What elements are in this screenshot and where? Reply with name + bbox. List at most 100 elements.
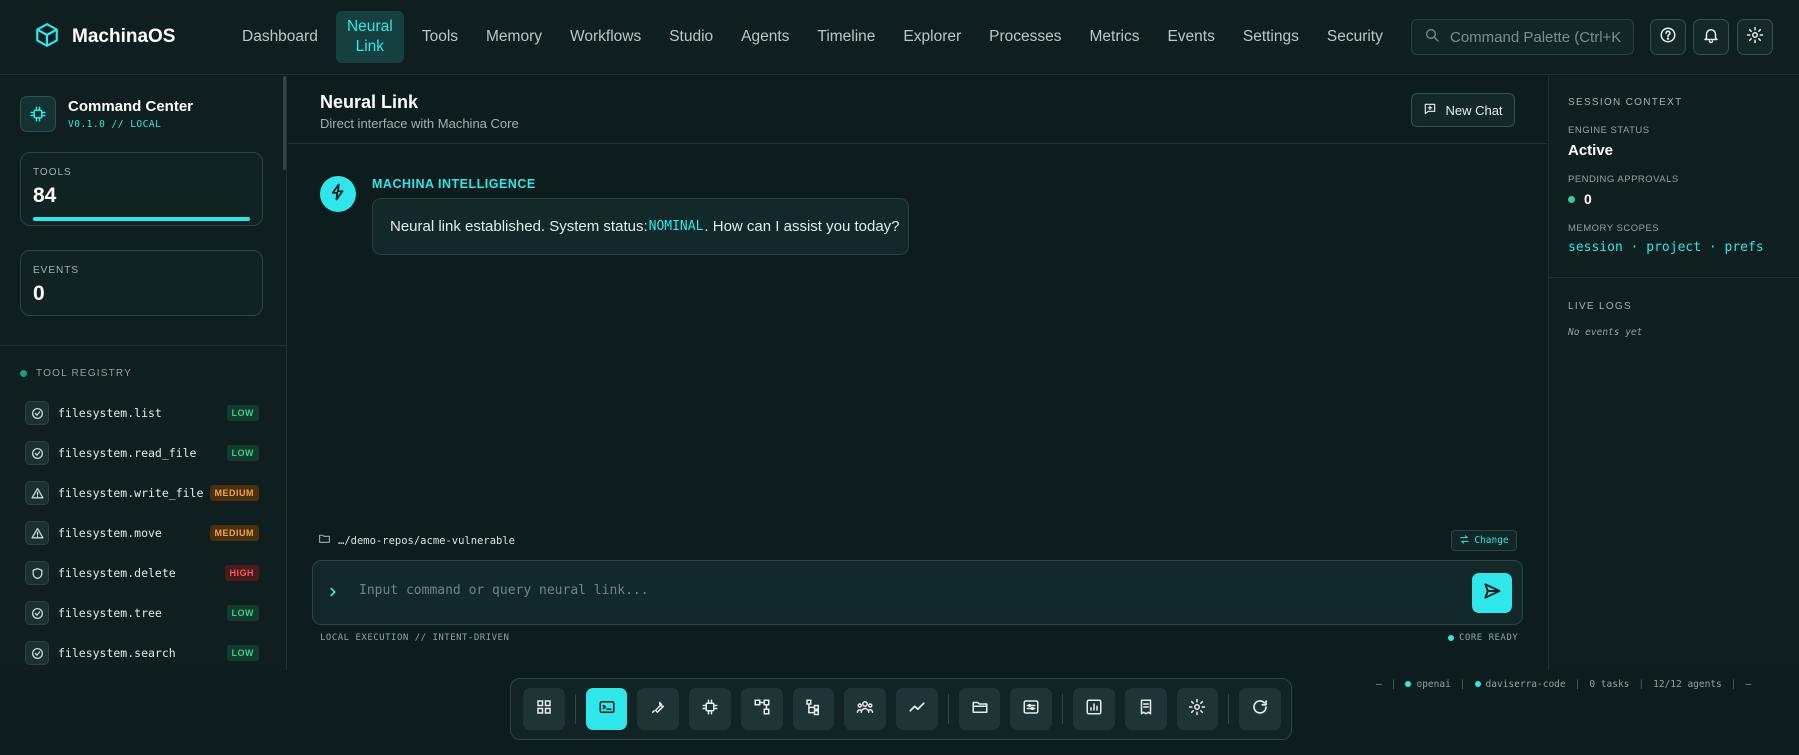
lightning-icon <box>329 183 347 206</box>
brand-name: MachinaOS <box>72 26 176 47</box>
chip-icon <box>20 96 56 132</box>
nav-processes[interactable]: Processes <box>975 11 1075 63</box>
nav-tools[interactable]: Tools <box>408 11 472 63</box>
brand[interactable]: MachinaOS <box>34 22 214 53</box>
tool-registry-title: TOOL REGISTRY <box>36 368 132 379</box>
dock-timeline[interactable] <box>896 688 938 730</box>
execution-mode-label: LOCAL EXECUTION // INTENT-DRIVEN <box>320 633 510 643</box>
dock-processes[interactable] <box>1010 688 1053 730</box>
nav-memory[interactable]: Memory <box>472 11 556 63</box>
main-header: Neural Link Direct interface with Machin… <box>288 76 1547 144</box>
tool-name: filesystem.delete <box>58 566 176 580</box>
new-chat-label: New Chat <box>1445 102 1503 118</box>
trend-icon <box>908 698 926 721</box>
message-sender: MACHINA INTELLIGENCE <box>372 177 536 191</box>
chevron-right-icon <box>326 585 340 604</box>
nav-agents[interactable]: Agents <box>727 11 803 63</box>
new-chat-button[interactable]: New Chat <box>1411 93 1515 127</box>
core-status-text: CORE READY <box>1459 633 1519 643</box>
dock-metrics[interactable] <box>1073 688 1115 730</box>
tool-name: filesystem.read_file <box>58 446 197 460</box>
nav-studio[interactable]: Studio <box>655 11 727 63</box>
left-sidebar: Command Center V0.1.0 // LOCAL TOOLS 84 … <box>0 76 287 670</box>
dock-refresh[interactable] <box>1239 688 1282 730</box>
tool-row[interactable]: filesystem.read_file LOW <box>25 433 259 473</box>
cube-icon <box>34 22 60 53</box>
risk-badge: LOW <box>226 605 259 621</box>
notifications-button[interactable] <box>1693 19 1729 55</box>
message-text-before: Neural link established. System status: <box>390 218 648 235</box>
page-title: Neural Link <box>320 92 419 112</box>
tools-stat-card: TOOLS 84 <box>20 152 263 226</box>
dock-workflows[interactable] <box>740 688 783 730</box>
terminal-icon <box>598 698 616 721</box>
tool-row[interactable]: filesystem.write_file MEDIUM <box>25 473 259 513</box>
session-context-title: SESSION CONTEXT <box>1568 97 1683 108</box>
memory-scopes-value: session · project · prefs <box>1568 240 1764 255</box>
check-circle-icon <box>25 441 49 465</box>
dock-memory[interactable] <box>689 688 731 730</box>
tool-row[interactable]: filesystem.delete HIGH <box>25 553 259 593</box>
nav-timeline[interactable]: Timeline <box>803 11 889 63</box>
metrics-icon <box>1085 698 1103 721</box>
dock-settings[interactable] <box>1176 688 1219 730</box>
command-palette[interactable] <box>1411 19 1634 55</box>
version-label: V0.1.0 // LOCAL <box>68 119 162 130</box>
dock-neural-link[interactable] <box>585 688 628 730</box>
status-dot <box>20 370 27 377</box>
status-agents: 12/12 agents <box>1653 679 1722 690</box>
receipt-icon <box>1137 698 1155 721</box>
assistant-avatar <box>320 176 356 212</box>
nav-workflows[interactable]: Workflows <box>556 11 655 63</box>
dock-agents[interactable] <box>844 688 887 730</box>
dock-studio[interactable] <box>792 688 835 730</box>
tool-name: filesystem.list <box>58 406 162 420</box>
send-button[interactable] <box>1472 573 1512 613</box>
pending-approvals-count: 0 <box>1584 191 1592 207</box>
tool-row[interactable]: filesystem.list LOW <box>25 393 259 433</box>
dock-dashboard[interactable] <box>523 688 565 730</box>
dock-explorer[interactable] <box>958 688 1001 730</box>
status-provider: openai <box>1405 679 1451 690</box>
folder-icon <box>971 698 989 721</box>
command-palette-input[interactable] <box>1450 28 1633 46</box>
sidebar-divider <box>0 345 287 346</box>
core-status: CORE READY <box>1448 633 1518 643</box>
agents-icon <box>856 698 874 721</box>
swap-icon <box>1459 534 1474 548</box>
core-status-dot <box>1448 635 1454 641</box>
settings-button[interactable] <box>1737 19 1773 55</box>
nav-explorer[interactable]: Explorer <box>889 11 975 63</box>
nav-neural-link[interactable]: Neural Link <box>335 11 404 63</box>
change-workspace-button[interactable]: Change <box>1451 530 1517 551</box>
status-item: — <box>1745 679 1752 690</box>
status-tasks: 0 tasks <box>1589 679 1630 690</box>
tool-row[interactable]: filesystem.move MEDIUM <box>25 513 259 553</box>
warning-icon <box>25 481 49 505</box>
pending-approvals-label: PENDING APPROVALS <box>1568 174 1679 185</box>
help-icon <box>1659 26 1677 49</box>
nav-metrics[interactable]: Metrics <box>1076 11 1154 63</box>
nav-security[interactable]: Security <box>1313 11 1397 63</box>
risk-badge: LOW <box>226 405 259 421</box>
tool-row[interactable]: filesystem.search LOW <box>25 633 259 673</box>
command-input[interactable] <box>359 583 1419 598</box>
help-button[interactable] <box>1650 19 1686 55</box>
status-bar: — | openai | daviserra-code | 0 tasks | … <box>1376 679 1752 690</box>
bottom-dock <box>510 678 1292 740</box>
nav-events[interactable]: Events <box>1153 11 1228 63</box>
gear-icon <box>1746 26 1764 49</box>
dock-events[interactable] <box>1124 688 1167 730</box>
main-nav: Dashboard Neural Link Tools Memory Workf… <box>228 0 1459 75</box>
workspace-path-text: …/demo-repos/acme-vulnerable <box>338 535 516 547</box>
risk-badge: MEDIUM <box>209 485 259 501</box>
sidebar-scrollbar[interactable] <box>283 76 286 170</box>
message-text-after: . How can I assist you today? <box>704 218 900 235</box>
nav-settings[interactable]: Settings <box>1229 11 1313 63</box>
tools-progress-fill <box>33 217 250 221</box>
nav-dashboard[interactable]: Dashboard <box>228 11 332 63</box>
tool-row[interactable]: filesystem.tree LOW <box>25 593 259 633</box>
dock-tools[interactable] <box>637 688 680 730</box>
command-input-box[interactable] <box>312 560 1523 625</box>
tool-registry-list: filesystem.list LOW filesystem.read_file… <box>25 393 259 673</box>
